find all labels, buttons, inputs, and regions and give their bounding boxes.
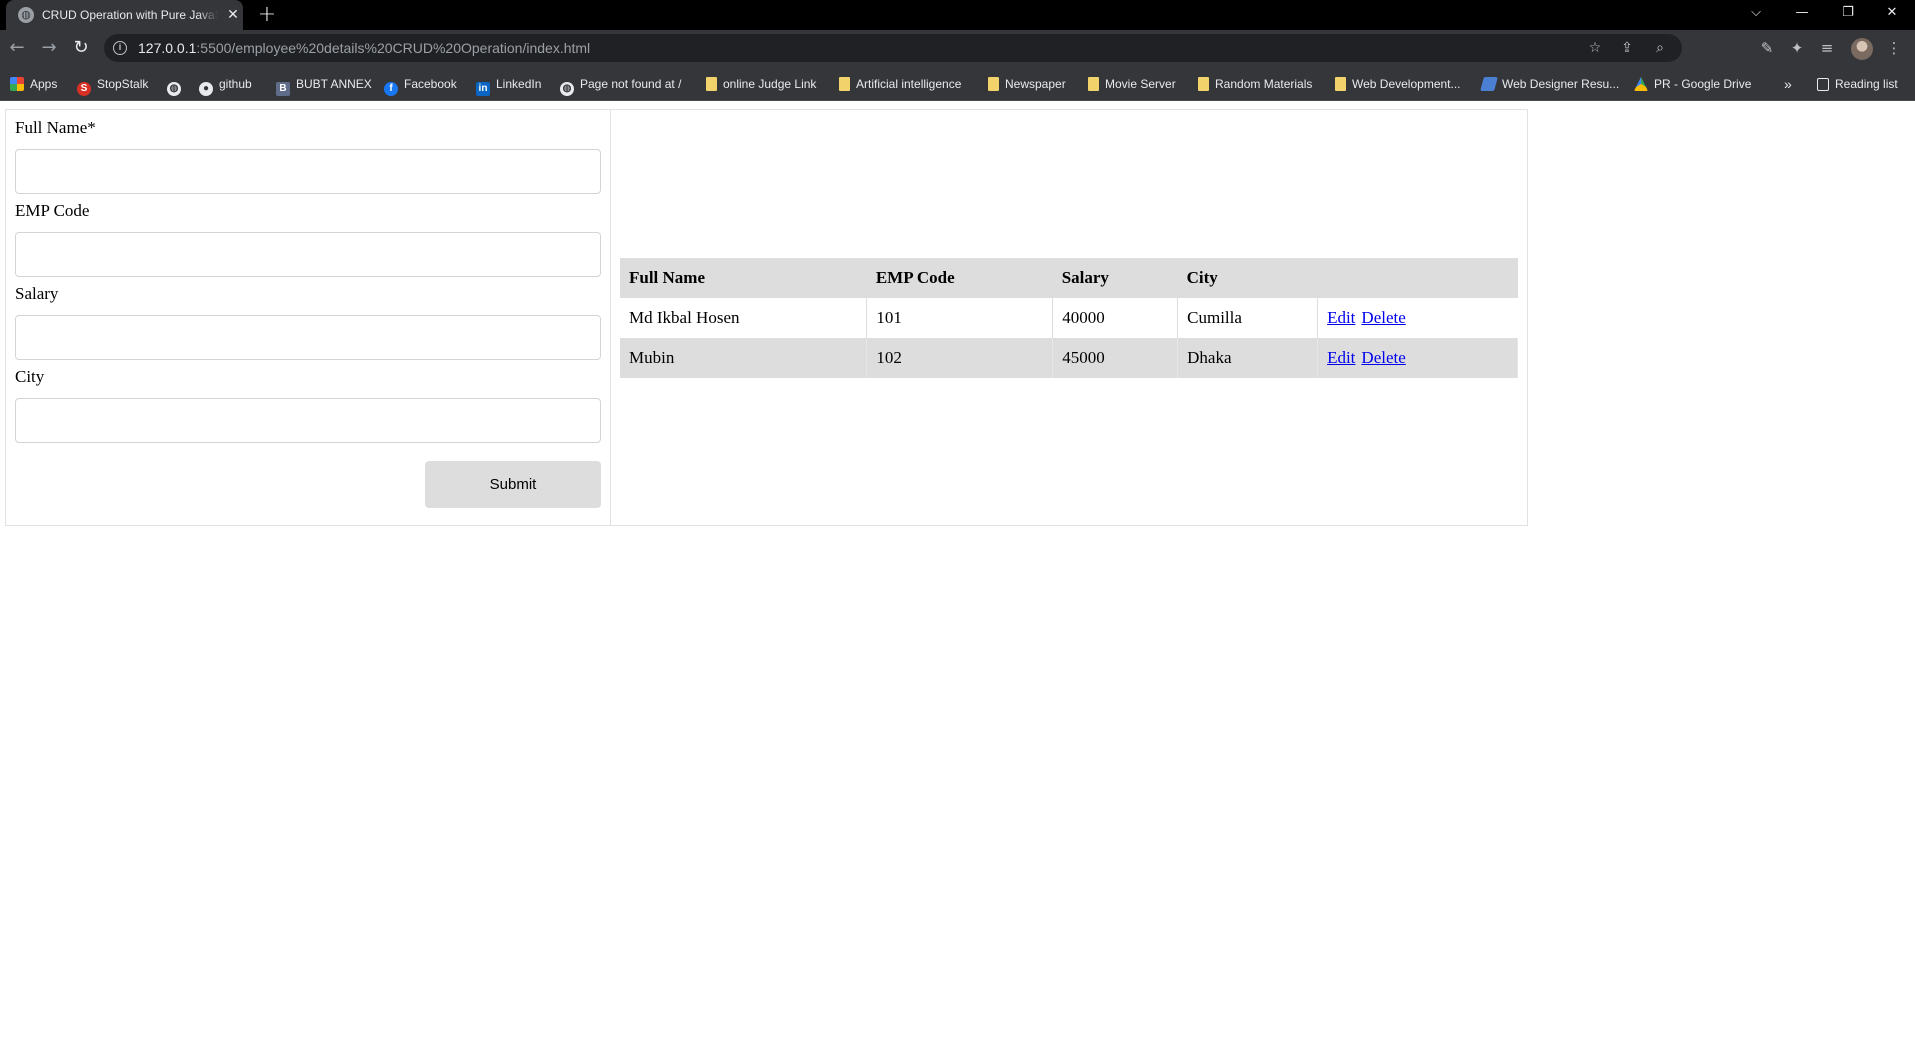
employee-table-panel: Full Name EMP Code Salary City Md Ikbal … <box>611 110 1527 525</box>
folder-icon <box>1088 77 1099 91</box>
bubt-icon: B <box>276 82 290 96</box>
forward-icon[interactable]: → <box>36 35 62 61</box>
google-drive-icon <box>1634 77 1648 91</box>
menu-kebab-icon[interactable]: ⋮ <box>1882 36 1906 60</box>
delete-link[interactable]: Delete <box>1361 348 1405 367</box>
bookmark-web-development[interactable]: Web Development... <box>1335 73 1461 95</box>
facebook-icon: f <box>384 82 398 96</box>
full-name-input[interactable] <box>15 149 601 194</box>
apps-grid-icon <box>10 77 24 91</box>
edit-link[interactable]: Edit <box>1327 348 1355 367</box>
reading-list-icon <box>1817 78 1829 91</box>
active-tab[interactable]: ◍ CRUD Operation with Pure JavaScript ✕ <box>6 0 243 30</box>
employee-form: Full Name* EMP Code Salary City Submit <box>6 110 611 525</box>
reload-icon[interactable]: ↻ <box>68 35 94 61</box>
bookmark-newspaper[interactable]: Newspaper <box>988 73 1066 95</box>
header-emp-code: EMP Code <box>875 268 955 287</box>
header-city: City <box>1186 268 1218 287</box>
globe-icon: ◍ <box>18 7 34 23</box>
folder-icon <box>706 77 717 91</box>
close-tab-icon[interactable]: ✕ <box>224 6 242 24</box>
tab-strip: ◍ CRUD Operation with Pure JavaScript ✕ … <box>0 0 1915 30</box>
table-row: Mubin 102 45000 Dhaka Edit Delete <box>620 338 1518 378</box>
delete-link[interactable]: Delete <box>1361 308 1405 327</box>
cell-actions: Edit Delete <box>1318 298 1518 338</box>
browser-toolbar: ← → ↻ i 127.0.0.1:5500/employee%20detail… <box>0 30 1915 67</box>
reading-list-button[interactable]: Reading list <box>1817 73 1898 95</box>
minimize-icon[interactable]: — <box>1779 0 1825 30</box>
bookmark-github[interactable]: ● github <box>199 73 252 96</box>
crud-app-container: Full Name* EMP Code Salary City Submit F… <box>5 109 1528 526</box>
restore-icon[interactable]: ❐ <box>1825 0 1871 30</box>
extensions-puzzle-icon[interactable]: ✦ <box>1785 36 1809 60</box>
bookmark-ai[interactable]: Artificial intelligence <box>839 73 961 95</box>
cell-city: Dhaka <box>1177 338 1319 378</box>
web-designer-icon <box>1480 77 1498 91</box>
close-window-icon[interactable]: ✕ <box>1869 0 1915 30</box>
city-label: City <box>15 367 45 386</box>
tab-title: CRUD Operation with Pure JavaScript <box>42 7 218 23</box>
extension-icon[interactable]: ✎ <box>1755 36 1779 60</box>
tab-search-icon[interactable]: ⌵ <box>1733 0 1779 30</box>
cell-full-name: Mubin <box>620 338 868 378</box>
page-viewport: Full Name* EMP Code Salary City Submit F… <box>0 101 1915 1038</box>
city-input[interactable] <box>15 398 601 443</box>
folder-icon <box>1335 77 1346 91</box>
submit-button[interactable]: Submit <box>425 461 601 508</box>
bookmark-google-drive[interactable]: PR - Google Drive <box>1634 73 1751 95</box>
bookmark-random-materials[interactable]: Random Materials <box>1198 73 1312 95</box>
cell-salary: 40000 <box>1052 298 1179 338</box>
table-header-row: Full Name EMP Code Salary City <box>620 258 1518 298</box>
new-tab-button[interactable]: + <box>255 3 279 27</box>
bookmark-page-not-found[interactable]: ◍ Page not found at / <box>560 73 681 96</box>
bookmark-movie-server[interactable]: Movie Server <box>1088 73 1176 95</box>
folder-icon <box>988 77 999 91</box>
address-bar[interactable]: i 127.0.0.1:5500/employee%20details%20CR… <box>104 34 1682 62</box>
header-actions <box>1318 258 1518 298</box>
emp-code-label: EMP Code <box>15 201 90 220</box>
header-full-name: Full Name <box>629 268 706 287</box>
folder-icon <box>839 77 850 91</box>
bookmark-online-judge[interactable]: online Judge Link <box>706 73 816 95</box>
bookmark-facebook[interactable]: f Facebook <box>384 73 457 96</box>
globe-icon: ◍ <box>167 82 181 96</box>
cell-city: Cumilla <box>1177 298 1319 338</box>
cell-actions: Edit Delete <box>1317 338 1518 378</box>
bookmark-apps[interactable]: Apps <box>10 73 57 95</box>
full-name-label: Full Name* <box>15 118 96 137</box>
bookmark-globe[interactable]: ◍ <box>167 73 187 96</box>
bookmarks-bar: Apps S StopStalk ◍ ● github B BUBT ANNEX fF… <box>0 67 1915 101</box>
cell-emp-code: 101 <box>866 298 1054 338</box>
salary-input[interactable] <box>15 315 601 360</box>
folder-icon <box>1198 77 1209 91</box>
share-icon[interactable]: ⇪ <box>1616 37 1638 59</box>
employee-list-table: Full Name EMP Code Salary City Md Ikbal … <box>620 258 1518 378</box>
site-info-icon[interactable]: i <box>113 41 127 55</box>
salary-label: Salary <box>15 284 59 303</box>
bookmark-bubt-annex[interactable]: B BUBT ANNEX <box>276 73 372 96</box>
cell-full-name: Md Ikbal Hosen <box>620 298 868 338</box>
cell-salary: 45000 <box>1052 338 1179 378</box>
bookmark-stopstalk[interactable]: S StopStalk <box>77 73 148 96</box>
more-bookmarks-chevron-icon[interactable]: » <box>1784 73 1792 95</box>
bookmark-linkedin[interactable]: in LinkedIn <box>476 73 541 96</box>
back-icon[interactable]: ← <box>4 35 30 61</box>
media-control-icon[interactable]: ≡ <box>1815 36 1839 60</box>
linkedin-icon: in <box>476 82 490 96</box>
stopstalk-icon: S <box>77 82 91 96</box>
profile-avatar[interactable] <box>1851 38 1873 60</box>
globe-icon: ◍ <box>560 82 574 96</box>
github-icon: ● <box>199 82 213 96</box>
bookmark-star-icon[interactable]: ☆ <box>1584 37 1606 59</box>
url-text[interactable]: 127.0.0.1:5500/employee%20details%20CRUD… <box>138 40 590 56</box>
zoom-icon[interactable]: ⌕ <box>1649 37 1671 59</box>
edit-link[interactable]: Edit <box>1327 308 1355 327</box>
header-salary: Salary <box>1061 268 1109 287</box>
bookmark-web-designer[interactable]: Web Designer Resu... <box>1480 73 1619 95</box>
emp-code-input[interactable] <box>15 232 601 277</box>
cell-emp-code: 102 <box>866 338 1054 378</box>
table-row: Md Ikbal Hosen 101 40000 Cumilla Edit Del… <box>620 298 1518 338</box>
